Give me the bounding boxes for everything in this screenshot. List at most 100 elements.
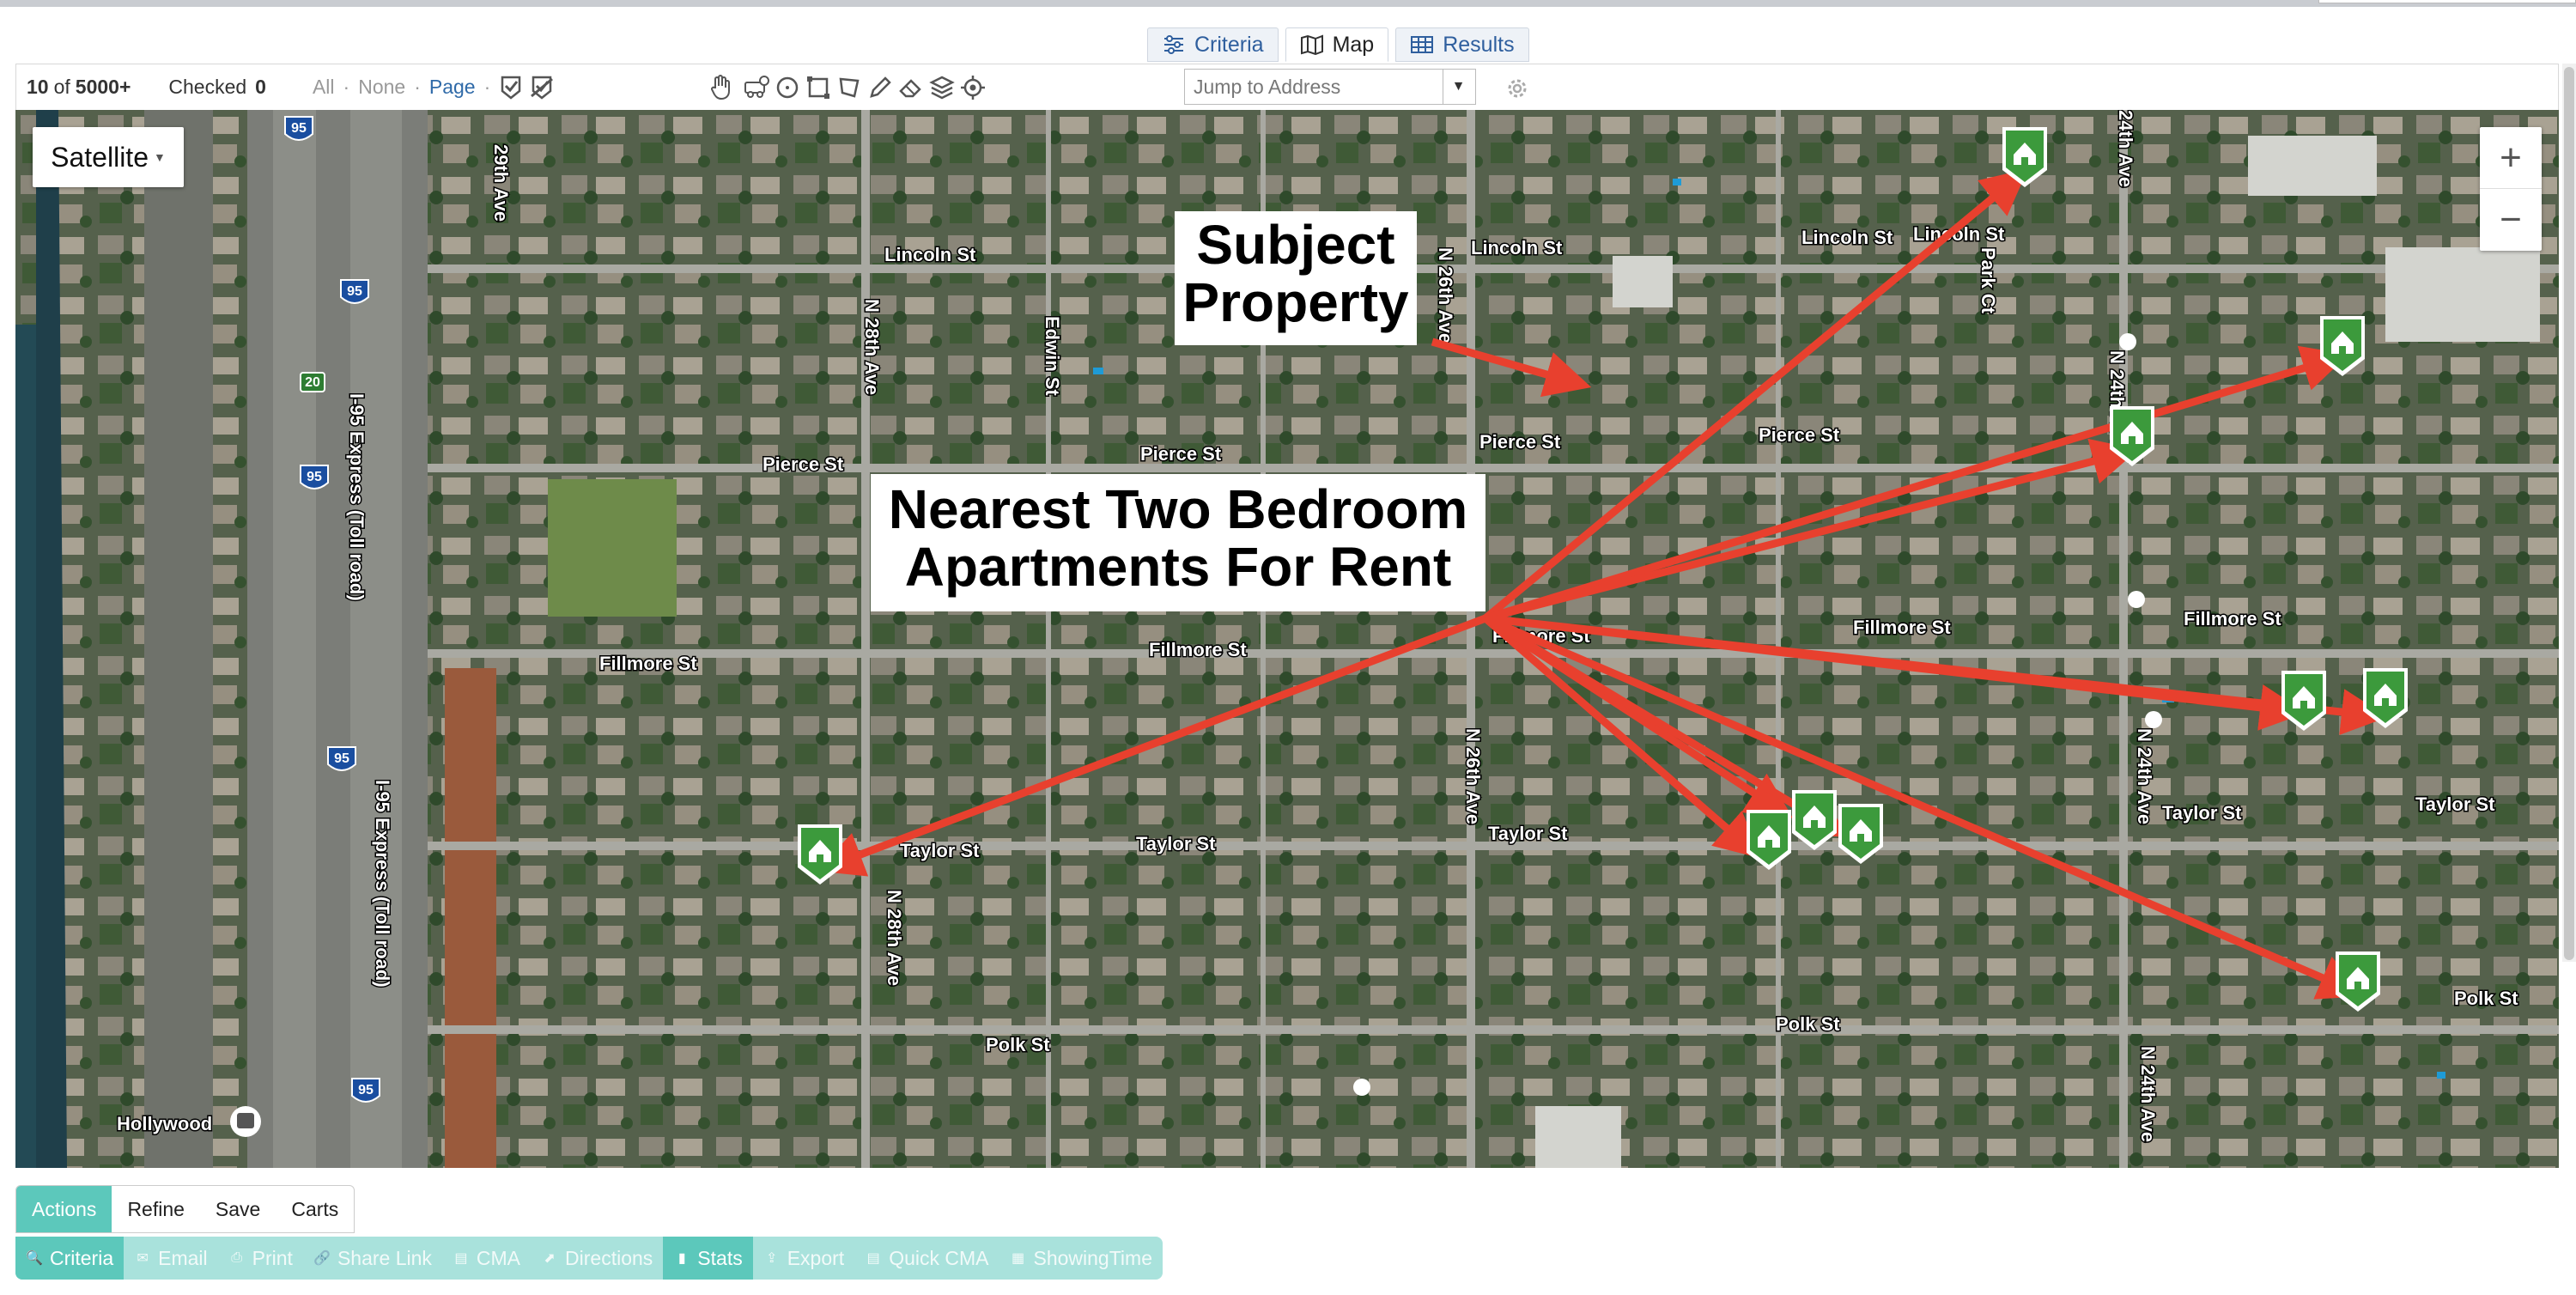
action-showingtime[interactable]: ▦ ShowingTime (999, 1237, 1163, 1280)
eraser-icon[interactable] (896, 72, 927, 103)
street-label: Park Ct (1978, 247, 1999, 314)
browser-top-right (2318, 0, 2576, 3)
street-label: N 24th Ave (2134, 728, 2155, 824)
hand-icon[interactable] (705, 72, 736, 103)
exit-shield: 20 (300, 372, 325, 392)
street-label: Taylor St (2162, 802, 2242, 824)
tab-save[interactable]: Save (200, 1186, 276, 1232)
svg-text:20: 20 (305, 375, 320, 390)
radius-icon[interactable] (772, 72, 803, 103)
street-label: N 24th Ave (2137, 1046, 2159, 1142)
street-label: Polk St (1776, 1013, 1840, 1035)
action-label: Share Link (337, 1246, 432, 1269)
drive-time-icon[interactable] (741, 72, 772, 103)
street-label: 24th Ave (2115, 110, 2136, 187)
action-label: ShowingTime (1033, 1246, 1152, 1269)
tab-label: Criteria (1194, 32, 1264, 57)
street-label: N 26th Ave (1462, 728, 1484, 824)
select-links: All · None · Page · (312, 76, 491, 99)
jump-to-address: ▼ (1184, 69, 1476, 105)
street-label: Taylor St (900, 840, 980, 861)
select-all-link[interactable]: All (313, 76, 335, 99)
tab-criteria[interactable]: Criteria (1147, 27, 1279, 62)
uncheck-icon[interactable] (526, 72, 557, 103)
action-quick-cma[interactable]: ▤ Quick CMA (854, 1237, 999, 1280)
chevron-down-icon[interactable]: ▼ (1443, 70, 1473, 104)
street-label: I-95 Express (Toll road) (372, 780, 393, 988)
map-view[interactable]: Lincoln St Lincoln St Lincoln St Lincoln… (15, 110, 2559, 1168)
interstate-shield: 95 (284, 116, 313, 141)
print-icon: ⎙ (231, 1250, 243, 1265)
street-label: Lincoln St (1801, 227, 1893, 248)
email-icon: ✉ (137, 1251, 149, 1266)
street-label: N 28th Ave (861, 299, 883, 395)
action-cma[interactable]: ▤ CMA (442, 1237, 531, 1280)
scrollbar-thumb[interactable] (2564, 67, 2574, 960)
street-label: 29th Ave (490, 144, 512, 222)
action-export[interactable]: ⇪ Export (753, 1237, 854, 1280)
locate-icon[interactable] (957, 72, 988, 103)
select-page-link[interactable]: Page (429, 76, 476, 99)
action-share-link[interactable]: 🔗 Share Link (303, 1237, 442, 1280)
street-label: Lincoln St (1471, 237, 1563, 258)
check-icon[interactable] (495, 72, 526, 103)
street-label: Lincoln St (884, 244, 976, 265)
street-label: Taylor St (1136, 833, 1216, 854)
tab-map[interactable]: Map (1285, 27, 1389, 62)
sliders-icon (1164, 35, 1183, 54)
tab-actions[interactable]: Actions (16, 1186, 112, 1232)
zoom-out-button[interactable]: − (2480, 189, 2542, 251)
tab-label: Map (1332, 32, 1375, 57)
select-none-link[interactable]: None (358, 76, 405, 99)
browser-top-strip (0, 0, 2576, 7)
export-icon: ⇪ (766, 1251, 778, 1266)
action-label: Criteria (50, 1246, 114, 1269)
action-criteria[interactable]: 🔍 Criteria (15, 1237, 125, 1280)
interstate-shield: 95 (351, 1078, 380, 1103)
subject-property-annotation: Subject Property (1175, 211, 1417, 345)
map-type-label: Satellite (51, 141, 149, 173)
street-label: Fillmore St (1149, 639, 1247, 660)
map-icon (1300, 34, 1323, 55)
svg-text:95: 95 (307, 470, 322, 484)
zoom-in-button[interactable]: + (2480, 127, 2542, 189)
tab-carts[interactable]: Carts (276, 1186, 354, 1232)
action-print[interactable]: ⎙ Print (218, 1237, 303, 1280)
table-icon (1411, 36, 1434, 53)
bottom-tab-bar: Actions Refine Save Carts (15, 1185, 355, 1233)
tab-refine[interactable]: Refine (112, 1186, 199, 1232)
document-icon: ▤ (454, 1251, 468, 1266)
page-scrollbar[interactable] (2562, 64, 2576, 962)
action-label: CMA (476, 1246, 521, 1269)
chevron-down-icon: ▼ (153, 150, 166, 164)
action-label: Directions (565, 1246, 653, 1269)
street-label: Fillmore St (599, 653, 697, 674)
map-type-dropdown[interactable]: Satellite ▼ (33, 127, 184, 187)
polygon-icon[interactable] (834, 72, 865, 103)
search-icon: 🔍 (26, 1251, 43, 1266)
svg-text:95: 95 (358, 1083, 374, 1097)
rectangle-icon[interactable] (803, 72, 834, 103)
action-stats[interactable]: ▮ Stats (663, 1237, 753, 1280)
street-label: Taylor St (1488, 823, 1568, 844)
address-input[interactable] (1185, 70, 1443, 104)
action-label: Export (787, 1246, 845, 1269)
calendar-icon: ▦ (1011, 1251, 1025, 1266)
action-directions[interactable]: ⬈ Directions (531, 1237, 663, 1280)
action-label: Print (252, 1246, 293, 1269)
directions-icon: ⬈ (544, 1251, 556, 1266)
action-email[interactable]: ✉ Email (124, 1237, 218, 1280)
tab-label: Results (1443, 32, 1515, 57)
tab-results[interactable]: Results (1395, 27, 1529, 62)
pencil-icon[interactable] (865, 72, 896, 103)
street-label: Pierce St (1479, 431, 1561, 453)
park-field (548, 479, 677, 617)
gear-icon[interactable] (1502, 73, 1533, 104)
action-label: Quick CMA (889, 1246, 989, 1269)
street-label: I-95 Express (Toll road) (346, 393, 368, 601)
layers-icon[interactable] (927, 72, 957, 103)
action-bar: 🔍 Criteria ✉ Email ⎙ Print 🔗 Share Link ▤ CMA ⬈ Dir… (15, 1237, 1163, 1280)
svg-text:95: 95 (334, 751, 349, 766)
street-label: Pierce St (1759, 424, 1840, 446)
street-label: Pierce St (1140, 443, 1222, 465)
